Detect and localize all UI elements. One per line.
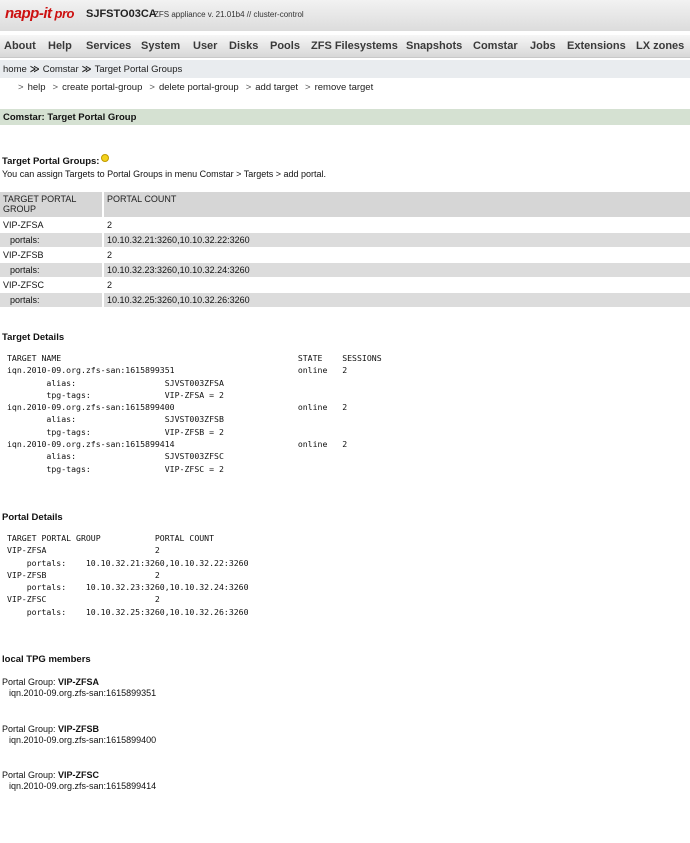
breadcrumb-separator: ≫ (29, 64, 40, 75)
tpg-count: 2 (104, 278, 690, 293)
chevron-right-icon: > (18, 82, 24, 93)
tpg-table: TARGET PORTAL GROUP PORTAL COUNT VIP-ZFS… (0, 192, 690, 308)
chevron-right-icon: > (149, 82, 155, 93)
breadcrumb-separator: ≫ (81, 64, 92, 75)
breadcrumb-bar: home ≫ Comstar ≫ Target Portal Groups (0, 60, 690, 78)
tpg-members-heading: local TPG members (2, 654, 91, 665)
lightbulb-icon[interactable] (101, 154, 110, 162)
tpg-portals: 10.10.32.23:3260,10.10.32.24:3260 (104, 263, 690, 278)
menu-pools[interactable]: Pools (270, 40, 300, 52)
menu-disks[interactable]: Disks (229, 40, 258, 52)
menu-lx-zones[interactable]: LX zones (636, 40, 684, 52)
menu-zfs-filesystems[interactable]: ZFS Filesystems (311, 40, 398, 52)
tpg-heading-text: Target Portal Groups: (2, 156, 100, 167)
breadcrumb-current[interactable]: Target Portal Groups (95, 64, 183, 75)
tpg-portals-label: portals: (0, 293, 104, 308)
submenu-create-portal-group[interactable]: create portal-group (62, 82, 142, 93)
menu-comstar[interactable]: Comstar (473, 40, 518, 52)
member-iqn: iqn.2010-09.org.zfs-san:1615899400 (9, 735, 157, 745)
submenu-help[interactable]: help (28, 82, 46, 93)
tpg-portals: 10.10.32.25:3260,10.10.32.26:3260 (104, 293, 690, 308)
tpg-hint: You can assign Targets to Portal Groups … (2, 169, 327, 179)
menu-jobs[interactable]: Jobs (530, 40, 556, 52)
tpg-count: 2 (104, 218, 690, 233)
tpg-portals: 10.10.32.21:3260,10.10.32.22:3260 (104, 233, 690, 248)
portal-group-label: Portal Group: (2, 724, 56, 734)
section-title-bar: Comstar: Target Portal Group (0, 109, 690, 125)
submenu-add-target[interactable]: add target (255, 82, 298, 93)
portal-details-output: TARGET PORTAL GROUP PORTAL COUNT VIP-ZFS… (7, 533, 249, 617)
tpg-member-group: Portal Group: VIP-ZFSC iqn.2010-09.org.z… (2, 770, 156, 792)
sub-menu: > help > create portal-group > delete portal-… (18, 82, 380, 93)
logo-name: napp-it (5, 5, 52, 22)
table-row: VIP-ZFSB 2 (0, 248, 690, 263)
portal-group-name: VIP-ZFSC (58, 770, 100, 780)
tpg-portals-label: portals: (0, 233, 104, 248)
napp-it-logo[interactable]: napp-it pro (5, 5, 74, 22)
menu-extensions[interactable]: Extensions (567, 40, 626, 52)
chevron-right-icon: > (245, 82, 252, 93)
portal-group-line: Portal Group: VIP-ZFSA (2, 677, 156, 688)
logo-pro: pro (54, 6, 75, 21)
version-info: ZFS appliance v. 21.01b4 // cluster-cont… (154, 10, 304, 19)
menu-help[interactable]: Help (48, 40, 72, 52)
portal-group-label: Portal Group: (2, 677, 56, 687)
chevron-right-icon: > (52, 82, 59, 93)
submenu-remove-target[interactable]: remove target (315, 82, 374, 93)
table-header-row: TARGET PORTAL GROUP PORTAL COUNT (0, 192, 690, 218)
chevron-right-icon: > (305, 82, 311, 93)
menu-about[interactable]: About (4, 40, 36, 52)
tpg-name: VIP-ZFSC (0, 278, 104, 293)
table-row: portals: 10.10.32.25:3260,10.10.32.26:32… (0, 293, 690, 308)
member-iqn: iqn.2010-09.org.zfs-san:1615899414 (9, 781, 157, 791)
table-row: VIP-ZFSA 2 (0, 218, 690, 233)
portal-group-line: Portal Group: VIP-ZFSC (2, 770, 156, 781)
hostname: SJFSTO03CA (86, 8, 157, 20)
target-details-output: TARGET NAME STATE SESSIONS iqn.2010-09.o… (7, 353, 382, 474)
main-menu: About Help Services System User Disks Po… (0, 35, 690, 58)
breadcrumb: home ≫ Comstar ≫ Target Portal Groups (3, 64, 182, 75)
table-row: portals: 10.10.32.21:3260,10.10.32.22:32… (0, 233, 690, 248)
tpg-portals-label: portals: (0, 263, 104, 278)
col-header-portal-count: PORTAL COUNT (104, 192, 690, 218)
target-details-heading: Target Details (2, 332, 65, 343)
app-header: napp-it pro SJFSTO03CA ZFS appliance v. 2… (0, 0, 690, 31)
table-row: VIP-ZFSC 2 (0, 278, 690, 293)
portal-group-name: VIP-ZFSA (58, 677, 100, 687)
menu-snapshots[interactable]: Snapshots (406, 40, 462, 52)
portal-group-label: Portal Group: (2, 770, 56, 780)
portal-group-line: Portal Group: VIP-ZFSB (2, 724, 156, 735)
member-iqn: iqn.2010-09.org.zfs-san:1615899351 (9, 688, 157, 698)
breadcrumb-comstar[interactable]: Comstar (43, 64, 79, 75)
tpg-member-group: Portal Group: VIP-ZFSA iqn.2010-09.org.z… (2, 677, 156, 699)
tpg-name: VIP-ZFSA (0, 218, 104, 233)
tpg-name: VIP-ZFSB (0, 248, 104, 263)
col-header-target-portal-group: TARGET PORTAL GROUP (0, 192, 104, 218)
table-row: portals: 10.10.32.23:3260,10.10.32.24:32… (0, 263, 690, 278)
section-title: Comstar: Target Portal Group (3, 112, 137, 123)
submenu-delete-portal-group[interactable]: delete portal-group (159, 82, 239, 93)
portal-group-name: VIP-ZFSB (58, 724, 100, 734)
menu-user[interactable]: User (193, 40, 217, 52)
portal-details-heading: Portal Details (2, 512, 63, 523)
menu-services[interactable]: Services (86, 40, 131, 52)
tpg-member-group: Portal Group: VIP-ZFSB iqn.2010-09.org.z… (2, 724, 156, 746)
tpg-count: 2 (104, 248, 690, 263)
breadcrumb-home[interactable]: home (3, 64, 27, 75)
menu-system[interactable]: System (141, 40, 180, 52)
tpg-heading: Target Portal Groups: (2, 154, 110, 167)
